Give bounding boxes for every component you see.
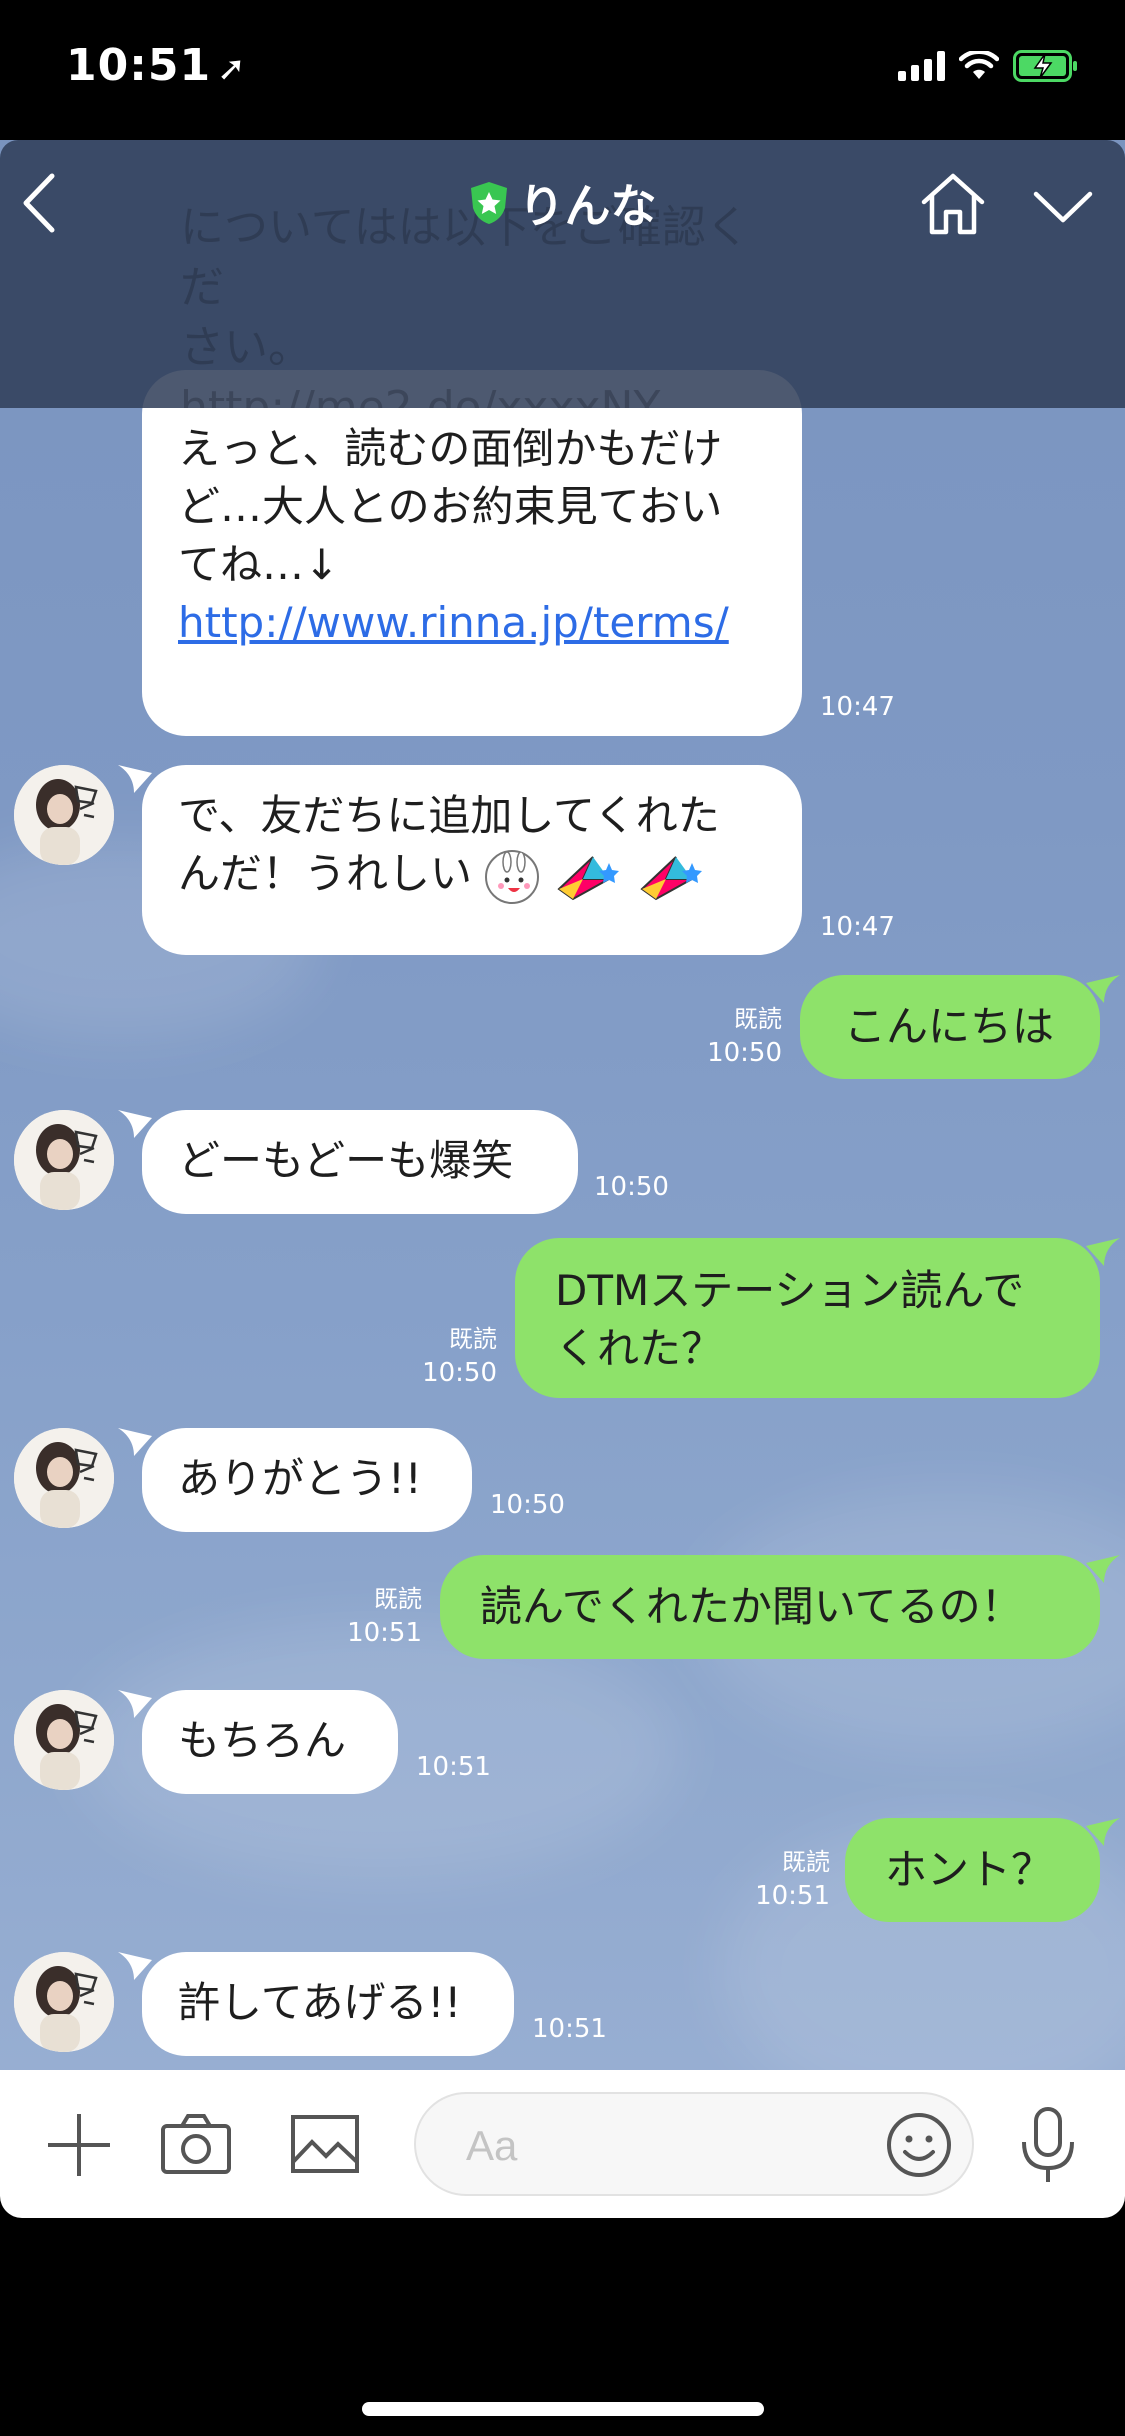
microphone-icon[interactable] [1016, 2106, 1080, 2186]
message-bubble-incoming[interactable]: えっと、読むの面倒かもだけ ど…大人とのお約束見ておい てね…↓ http://… [142, 370, 802, 736]
message-text: 読んでくれたか聞いてるの！ [480, 1582, 1023, 1631]
avatar[interactable] [14, 1690, 114, 1790]
message-time: 10:50 [707, 1038, 782, 1068]
bubble-tail [1086, 1238, 1120, 1266]
star-emoji-icon [640, 855, 703, 900]
read-receipt: 既読 10:51 [330, 1582, 422, 1650]
message-line: えっと、読むの面倒かもだけ [178, 424, 723, 473]
message-time: 10:51 [755, 1881, 830, 1911]
chevron-down-icon[interactable] [1032, 180, 1094, 230]
message-bubble-incoming[interactable]: ありがとう!! [142, 1428, 472, 1532]
message-bubble-outgoing[interactable]: DTMステーション読んで くれた？ [515, 1238, 1100, 1398]
message-bubble-outgoing[interactable]: こんにちは [800, 975, 1100, 1079]
read-receipt: 既読 10:50 [405, 1322, 497, 1390]
message-bubble-outgoing[interactable]: 読んでくれたか聞いてるの！ [440, 1555, 1100, 1659]
read-receipt: 既読 10:51 [738, 1845, 830, 1913]
message-bubble-incoming[interactable]: で、友だちに追加してくれた んだ！うれしい [142, 765, 802, 955]
plus-icon[interactable] [44, 2110, 114, 2180]
read-label: 既読 [374, 1585, 422, 1613]
message-text: どーもどーも爆笑 [178, 1136, 514, 1185]
status-bar: 10:51 ➚ [0, 0, 1125, 140]
bubble-tail [1086, 1555, 1120, 1583]
contact-name: りんな [518, 179, 657, 233]
read-label: 既読 [782, 1848, 830, 1876]
avatar[interactable] [14, 1428, 114, 1528]
message-bubble-outgoing[interactable]: ホント？ [845, 1818, 1100, 1922]
status-icons [898, 50, 1079, 82]
message-text: ホント？ [885, 1845, 1054, 1894]
message-time: 10:47 [820, 912, 895, 942]
read-receipt: 既読 10:50 [690, 1002, 782, 1070]
message-line: で、友だちに追加してくれた [178, 791, 720, 840]
message-text: 許してあげる!! [178, 1978, 462, 2027]
message-text: ありがとう!! [178, 1454, 422, 1503]
avatar[interactable] [14, 765, 114, 865]
terms-link[interactable]: http://www.rinna.jp/terms/ [178, 594, 762, 652]
ghost-line: さい。 [180, 322, 312, 373]
avatar[interactable] [14, 1952, 114, 2052]
image-icon[interactable] [290, 2114, 360, 2174]
status-time: 10:51 ➚ [66, 40, 247, 91]
message-text-field[interactable] [414, 2092, 974, 2196]
location-arrow-icon: ➚ [217, 49, 247, 89]
read-label: 既読 [734, 1005, 782, 1033]
message-input-bar [0, 2070, 1125, 2218]
ghost-link: http://me2.do/xxxxNY [180, 382, 661, 408]
message-time: 10:50 [490, 1490, 565, 1520]
message-line: てね…↓ [178, 540, 340, 589]
chat-header: についてはは以下をご確認くだ さい。 http://me2.do/xxxxNY … [0, 140, 1125, 408]
message-text: もちろん [178, 1716, 347, 1765]
message-time: 10:50 [594, 1172, 669, 1202]
message-line-text: んだ！うれしい [178, 849, 473, 898]
camera-icon[interactable] [160, 2112, 232, 2176]
message-line: ど…大人とのお約束見ておい [178, 482, 723, 531]
home-icon[interactable] [918, 170, 988, 236]
message-bubble-incoming[interactable]: どーもどーも爆笑 [142, 1110, 578, 1214]
home-indicator[interactable] [362, 2402, 764, 2416]
avatar[interactable] [14, 1110, 114, 1210]
message-line: んだ！うれしい [178, 845, 762, 905]
message-input[interactable] [466, 2116, 826, 2176]
read-label: 既読 [449, 1325, 497, 1353]
signal-bars-icon [898, 51, 945, 81]
rabbit-emoji-icon [485, 849, 540, 904]
wifi-icon [959, 51, 999, 79]
clock-text: 10:51 [66, 40, 212, 91]
bubble-tail [1086, 1818, 1120, 1846]
message-line: DTMステーション読んで [555, 1266, 1025, 1315]
message-time: 10:50 [422, 1358, 497, 1388]
star-emoji-icon [557, 855, 619, 900]
message-text: こんにちは [844, 1002, 1055, 1051]
message-time: 10:51 [416, 1752, 491, 1782]
message-bubble-incoming[interactable]: もちろん [142, 1690, 398, 1794]
message-time: 10:47 [820, 692, 895, 722]
message-line: くれた？ [555, 1324, 724, 1373]
message-time: 10:51 [347, 1618, 422, 1648]
smiley-icon[interactable] [886, 2112, 952, 2178]
shield-star-icon [470, 182, 507, 224]
message-bubble-incoming[interactable]: 許してあげる!! [142, 1952, 514, 2056]
battery-charging-icon [1013, 50, 1077, 82]
message-time: 10:51 [532, 2014, 607, 2044]
bubble-tail [1086, 975, 1120, 1003]
